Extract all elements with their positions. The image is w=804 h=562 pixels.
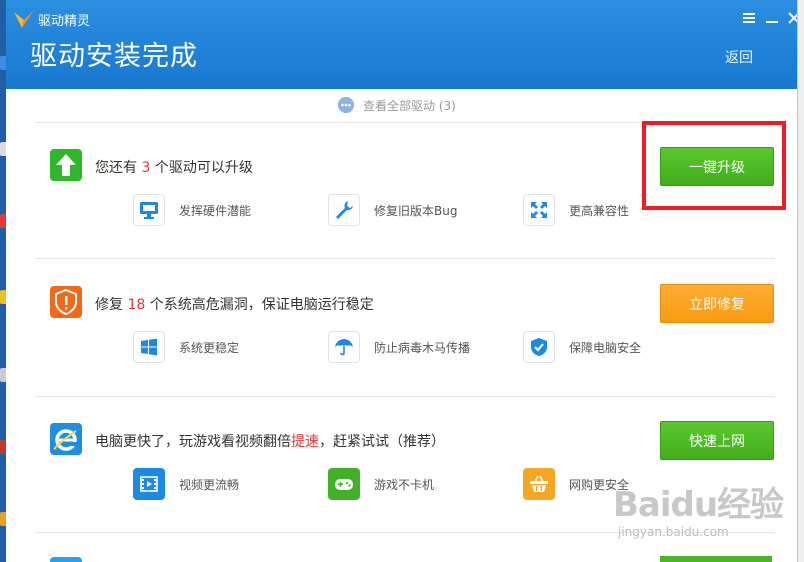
fast-internet-button[interactable]: 快速上网 — [660, 421, 774, 460]
desktop-right-edge — [797, 0, 804, 562]
umbrella-icon — [335, 339, 353, 356]
upgrade-arrow-icon — [50, 149, 82, 181]
feature-item: 修复旧版本Bug — [328, 194, 457, 226]
driver-genius-logo-icon — [14, 10, 34, 28]
watermark-brand: Baidu经验 — [613, 485, 784, 525]
menu-icon — [743, 13, 755, 23]
view-all-label: 查看全部驱动 (3) — [363, 98, 456, 113]
menu-button[interactable] — [740, 9, 758, 27]
driver-upgrade-title: 您还有 3 个驱动可以升级 — [95, 160, 253, 176]
film-icon — [140, 476, 158, 492]
watermark-url: jingyan.baidu.com — [618, 525, 729, 539]
vulnerability-fix-title: 修复 18 个系统高危漏洞，保证电脑运行稳定 — [95, 297, 374, 313]
back-link[interactable]: 返回 — [725, 47, 753, 67]
highlight-text: 提速 — [291, 434, 319, 450]
close-button[interactable] — [785, 9, 797, 27]
monitor-icon — [140, 202, 158, 219]
divider — [35, 396, 775, 397]
feature-item: 更高兼容性 — [523, 194, 629, 226]
app-name: 驱动精灵 — [38, 14, 91, 29]
one-click-upgrade-button[interactable]: 一键升级 — [660, 147, 774, 186]
window-header: 驱动精灵 驱动安装完成 返回 — [6, 0, 797, 89]
feature-item: 发挥硬件潜能 — [133, 194, 251, 226]
windows-icon — [141, 338, 157, 356]
feature-item: 视频更流畅 — [133, 468, 239, 500]
close-icon — [788, 12, 797, 24]
divider — [35, 258, 775, 259]
gamepad-icon — [335, 479, 353, 490]
ie-browser-icon — [50, 423, 82, 455]
feature-item: 系统更稳定 — [133, 331, 239, 363]
basket-icon — [530, 475, 548, 492]
expand-icon — [531, 202, 547, 218]
speedup-title: 电脑更快了，玩游戏看视频翻倍提速，赶紧试试（推荐） — [95, 434, 445, 450]
shield-check-icon — [531, 338, 547, 356]
more-dots-icon — [338, 97, 354, 113]
feature-item: 防止病毒木马传播 — [328, 331, 470, 363]
feature-item: 游戏不卡机 — [328, 468, 434, 500]
shield-alert-icon — [50, 286, 82, 318]
next-row-icon — [50, 557, 82, 562]
minimize-button[interactable] — [763, 9, 781, 27]
wrench-icon — [336, 201, 353, 219]
feature-item: 保障电脑安全 — [523, 331, 641, 363]
highlight-count: 18 — [127, 297, 146, 313]
minimize-icon — [766, 21, 778, 23]
fix-now-button[interactable]: 立即修复 — [660, 284, 774, 323]
divider — [35, 122, 775, 123]
next-row-button[interactable] — [660, 556, 772, 562]
page-title: 驱动安装完成 — [30, 41, 198, 72]
view-all-drivers-link[interactable]: 查看全部驱动 (3) — [338, 96, 456, 114]
watermark: Baidu经验 jingyan.baidu.com — [613, 477, 784, 539]
